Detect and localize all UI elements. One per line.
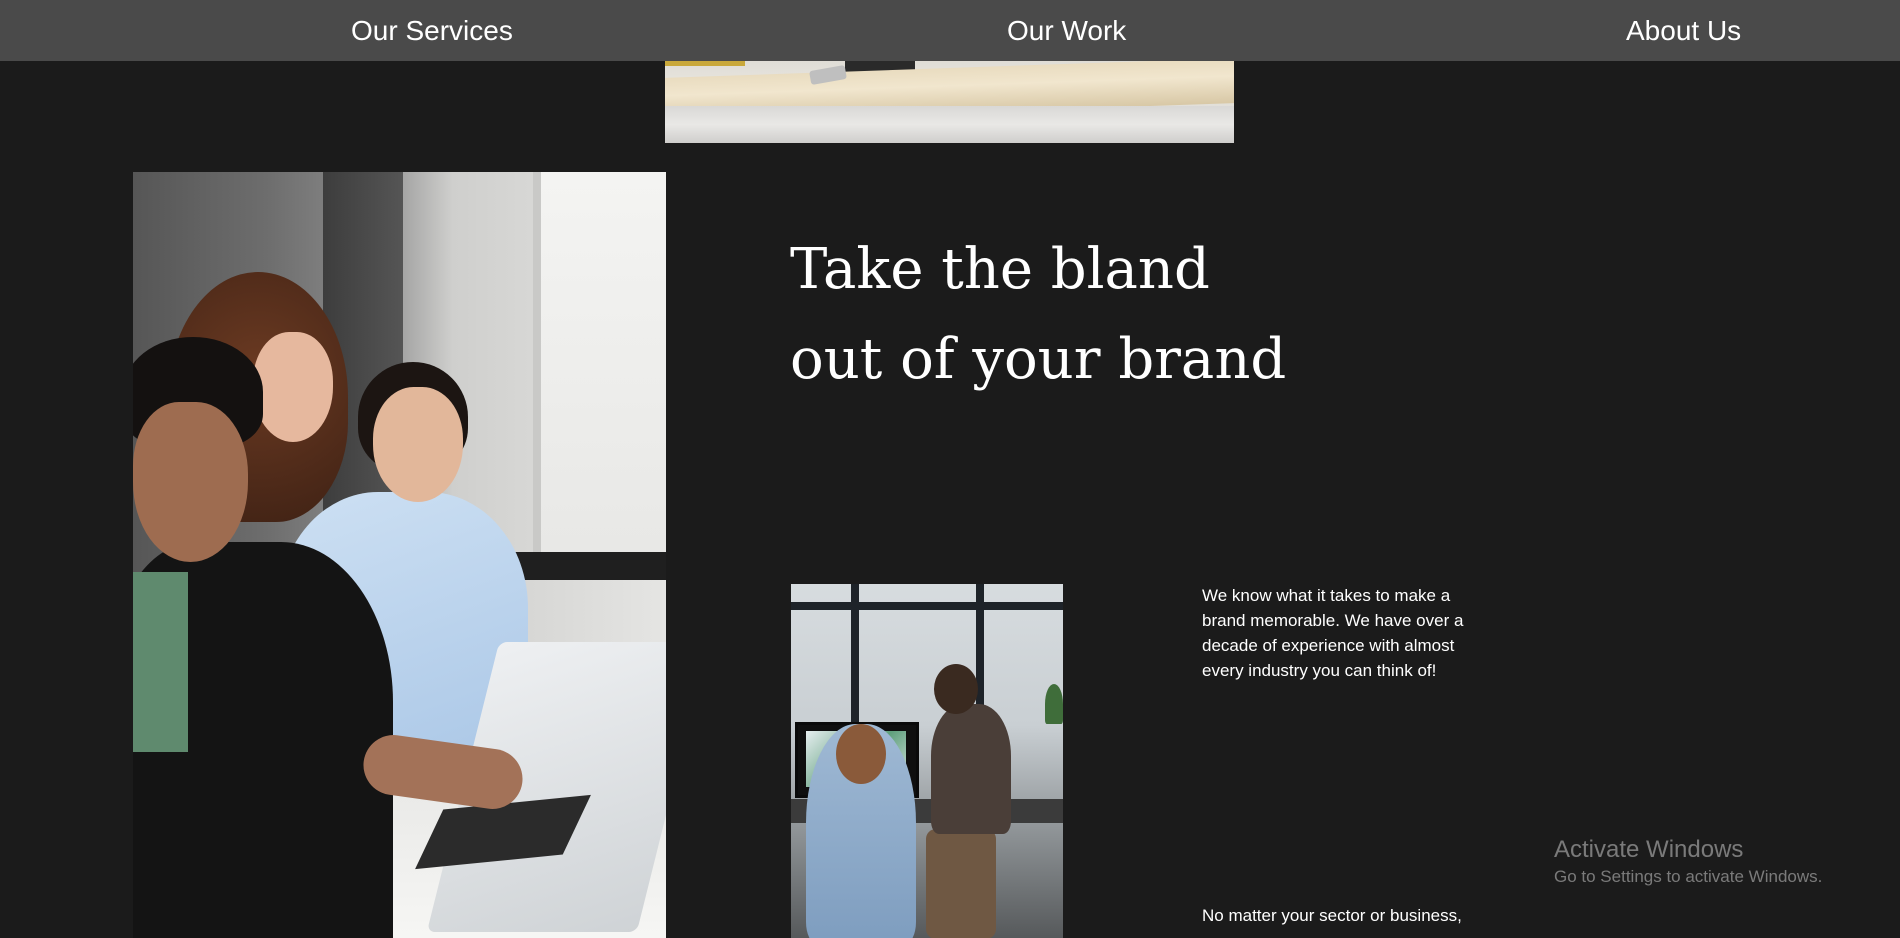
intro-paragraph: We know what it takes to make a brand me… — [1202, 586, 1464, 680]
nav-link-about-us[interactable]: About Us — [1626, 14, 1741, 48]
windows-activation-watermark: Activate Windows Go to Settings to activ… — [1554, 835, 1822, 889]
hero-headline-line-2: out of your brand — [790, 327, 1287, 392]
watermark-title: Activate Windows — [1554, 836, 1744, 863]
nav-link-our-services[interactable]: Our Services — [351, 14, 513, 48]
team-at-laptop-image — [133, 172, 666, 938]
sector-paragraph: No matter your sector or business, — [1202, 906, 1462, 925]
watermark-subtitle: Go to Settings to activate Windows. — [1554, 867, 1823, 886]
hero-headline: Take the bland out of your brand — [790, 225, 1350, 405]
top-navbar: Our Services Our Work About Us — [0, 0, 1900, 61]
nav-link-our-work[interactable]: Our Work — [1007, 14, 1126, 48]
page: Our Services Our Work About Us Take the … — [0, 0, 1900, 938]
office-meeting-image — [791, 584, 1063, 938]
hero-headline-line-1: Take the bland — [790, 237, 1210, 302]
